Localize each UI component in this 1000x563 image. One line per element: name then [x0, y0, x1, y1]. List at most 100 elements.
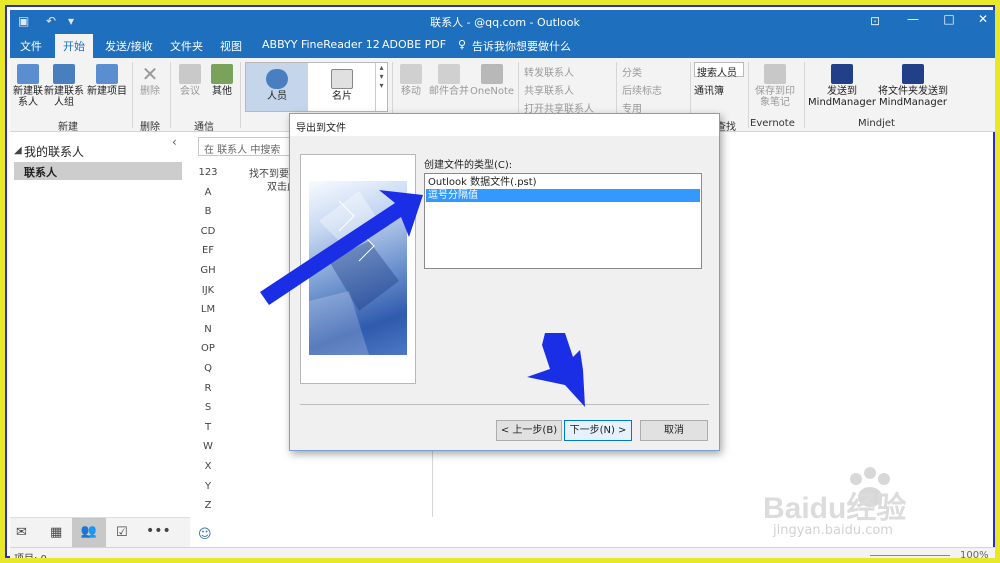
alphabet-letter[interactable]: OP [195, 343, 221, 354]
tab-folder[interactable]: 文件夹 [170, 38, 203, 54]
new-items-icon [96, 64, 118, 84]
alphabet-letter[interactable]: B [195, 206, 221, 217]
send-to-mindmanager-button[interactable]: 发送到MindManager [808, 64, 876, 108]
ribbon-separator [170, 62, 171, 128]
baidu-jingyan-watermark: Baidu经验 jingyan.baidu.com [763, 465, 963, 545]
search-people-input[interactable]: 搜索人员 [694, 62, 744, 79]
view-people-button[interactable]: 人员 [246, 63, 308, 111]
group-label-new: 新建 [58, 122, 78, 133]
new-items-label: 新建项目 [87, 86, 127, 97]
send-folder-to-mindmanager-button[interactable]: 将文件夹发送到MindManager [876, 64, 950, 108]
tab-file[interactable]: 文件 [20, 38, 42, 54]
new-contact-button[interactable]: 新建联系人 [12, 64, 44, 108]
categorize-button[interactable]: 分类 [622, 64, 642, 79]
alphabet-letter[interactable]: X [195, 461, 221, 472]
zoom-slider[interactable] [870, 555, 950, 556]
tab-view[interactable]: 视图 [220, 38, 242, 54]
ribbon-separator [132, 62, 133, 128]
alphabet-letter[interactable]: R [195, 383, 221, 394]
view-card-button[interactable]: 名片 [312, 69, 372, 102]
alphabet-letter[interactable]: 123 [195, 167, 221, 178]
alphabet-letter[interactable]: A [195, 187, 221, 198]
group-label-evernote: Evernote [750, 118, 795, 129]
cancel-button[interactable]: 取消 [640, 420, 708, 441]
next-button[interactable]: 下一步(N) > [564, 420, 632, 441]
people-group-icon [53, 64, 75, 84]
mindmanager-icon [831, 64, 853, 84]
delete-label: 删除 [140, 86, 160, 97]
status-bar: 项目: 0 100% [10, 547, 995, 563]
alphabet-letter[interactable]: Y [195, 481, 221, 492]
new-contact-label: 新建联系人 [13, 86, 43, 108]
close-button[interactable]: ✕ [968, 12, 995, 26]
share-contacts-button[interactable]: 共享联系人 [524, 82, 574, 97]
alphabet-letter[interactable]: CD [195, 226, 221, 237]
alphabet-letter[interactable]: Q [195, 363, 221, 374]
mail-merge-button[interactable]: 邮件合并 [428, 64, 470, 97]
address-book-button[interactable]: 通讯簿 [694, 82, 724, 97]
tab-home[interactable]: 开始 [55, 34, 93, 58]
wizard-image-panel [300, 154, 416, 384]
contact-card-icon[interactable]: ☺ [198, 527, 212, 542]
back-button[interactable]: < 上一步(B) [496, 420, 562, 441]
alphabet-letter[interactable]: EF [195, 245, 221, 256]
expand-chevron-icon[interactable]: ◢ [14, 145, 22, 156]
onenote-button[interactable]: OneNote [470, 64, 514, 97]
move-label: 移动 [401, 86, 421, 97]
alphabet-letter[interactable]: S [195, 402, 221, 413]
file-type-option-pst[interactable]: Outlook 数据文件(.pst) [426, 176, 700, 189]
more-comm-label: 其他 [212, 86, 232, 97]
move-button[interactable]: 移动 [396, 64, 426, 97]
follow-up-button[interactable]: 后续标志 [622, 82, 662, 97]
collapse-pane-icon[interactable]: ‹ [172, 135, 177, 149]
watermark-url: jingyan.baidu.com [773, 523, 893, 538]
minimize-button[interactable]: — [898, 12, 928, 26]
alphabet-letter[interactable]: LM [195, 304, 221, 315]
sidebar-item-contacts[interactable]: 联系人 [14, 162, 182, 180]
group-label-delete: 删除 [140, 122, 160, 133]
alphabet-letter[interactable]: W [195, 441, 221, 452]
save-to-evernote-button[interactable]: 保存到印象笔记 [752, 64, 798, 108]
new-contact-group-button[interactable]: 新建联系人组 [44, 64, 84, 108]
alphabet-letter[interactable]: Z [195, 500, 221, 511]
mail-icon[interactable]: ✉ [16, 525, 27, 540]
delete-button[interactable]: ✕ 删除 [136, 64, 164, 97]
watermark-brand: Baidu经验 [763, 492, 907, 525]
new-contact-group-label: 新建联系人组 [44, 86, 84, 108]
tab-tell-me[interactable]: 告诉我你想要做什么 [472, 38, 571, 54]
ribbon-display-options-icon[interactable]: ⊡ [870, 14, 880, 28]
my-contacts-heading[interactable]: 我的联系人 [24, 143, 84, 160]
evernote-elephant-icon [764, 64, 786, 84]
tasks-icon[interactable]: ☑ [116, 525, 128, 540]
contact-card-icon [17, 64, 39, 84]
more-apps-icon[interactable]: ••• [146, 523, 171, 539]
window-title: 联系人 - @qq.com - Outlook [430, 16, 580, 29]
onenote-label: OneNote [470, 86, 515, 97]
mail-merge-icon [438, 64, 460, 84]
item-count: 项目: 0 [14, 554, 47, 563]
alphabet-letter[interactable]: N [195, 324, 221, 335]
alphabet-letter[interactable]: T [195, 422, 221, 433]
delete-x-icon: ✕ [141, 62, 159, 86]
gallery-scroll[interactable]: ▴ ▾ ▾ [375, 63, 387, 111]
tab-send-receive[interactable]: 发送/接收 [105, 38, 153, 54]
alphabet-letter[interactable]: GH [195, 265, 221, 276]
tab-abbyy[interactable]: ABBYY FineReader 12 [262, 38, 380, 51]
people-icon[interactable]: 👥 [72, 518, 106, 547]
ribbon-separator [240, 62, 241, 128]
more-comm-button[interactable]: 其他 [208, 64, 236, 97]
zoom-level: 100% [960, 550, 989, 561]
tab-adobe-pdf[interactable]: ADOBE PDF [382, 38, 446, 51]
meeting-button[interactable]: 会议 [176, 64, 204, 97]
title-bar: ▣ ↶ ▾ 联系人 - @qq.com - Outlook ⊡ — □ ✕ [10, 10, 995, 34]
new-items-button[interactable]: 新建项目 [86, 64, 128, 97]
alphabet-letter[interactable]: IJK [195, 285, 221, 296]
ribbon-tab-bar: 文件 开始 发送/接收 文件夹 视图 ABBYY FineReader 12 A… [10, 34, 995, 58]
file-type-list[interactable]: Outlook 数据文件(.pst) 逗号分隔值 [424, 173, 702, 269]
calendar-icon[interactable]: ▦ [50, 525, 62, 540]
forward-contact-button[interactable]: 转发联系人 [524, 64, 574, 79]
wizard-illustration [309, 181, 407, 355]
restore-button[interactable]: □ [934, 12, 964, 26]
alphabet-index: 123 A B CD EF GH IJK LM N OP Q R S T W X Y Z [195, 133, 230, 517]
file-type-option-csv[interactable]: 逗号分隔值 [426, 189, 700, 202]
